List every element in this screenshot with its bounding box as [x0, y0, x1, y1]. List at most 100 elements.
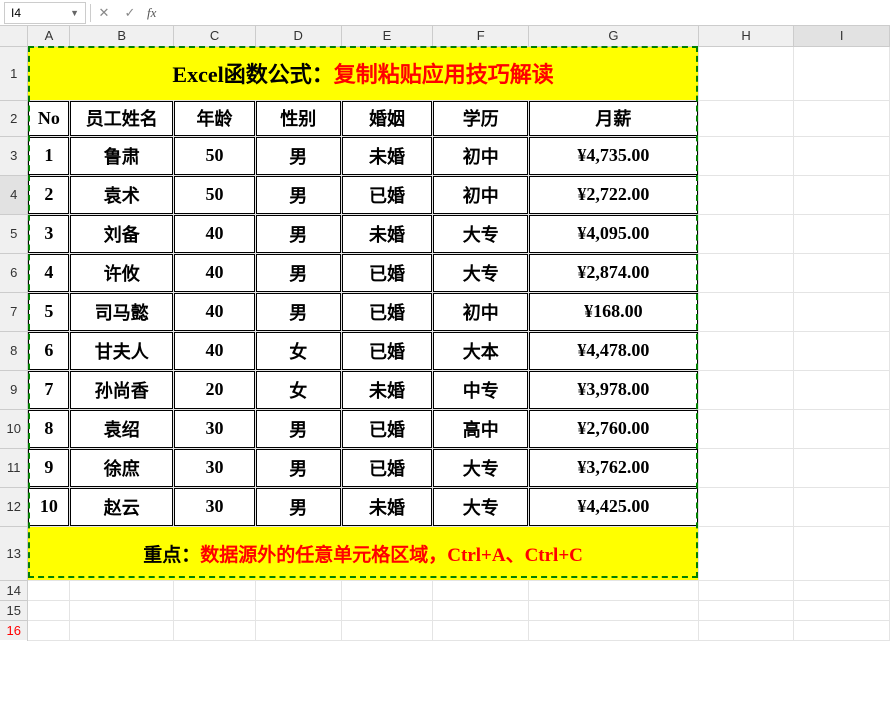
- cell[interactable]: [794, 136, 890, 175]
- cell[interactable]: [794, 620, 890, 640]
- cell[interactable]: [698, 409, 794, 448]
- cell[interactable]: [433, 580, 529, 600]
- header-cell[interactable]: 性别: [255, 100, 341, 136]
- data-cell[interactable]: 男: [255, 292, 341, 331]
- data-cell[interactable]: 40: [174, 292, 256, 331]
- data-cell[interactable]: ¥4,478.00: [529, 331, 699, 370]
- data-cell[interactable]: 初中: [433, 136, 529, 175]
- data-cell[interactable]: 中专: [433, 370, 529, 409]
- col-head-H[interactable]: H: [698, 26, 794, 46]
- data-cell[interactable]: 已婚: [341, 448, 433, 487]
- data-cell[interactable]: 9: [28, 448, 70, 487]
- data-cell[interactable]: ¥2,874.00: [529, 253, 699, 292]
- data-cell[interactable]: 袁绍: [70, 409, 174, 448]
- cell[interactable]: [28, 620, 70, 640]
- data-cell[interactable]: 初中: [433, 292, 529, 331]
- cell[interactable]: [794, 175, 890, 214]
- cell[interactable]: [698, 370, 794, 409]
- data-cell[interactable]: ¥3,978.00: [529, 370, 699, 409]
- data-cell[interactable]: 初中: [433, 175, 529, 214]
- cell[interactable]: [433, 600, 529, 620]
- data-cell[interactable]: 大专: [433, 253, 529, 292]
- data-cell[interactable]: 50: [174, 175, 256, 214]
- cell[interactable]: [698, 100, 794, 136]
- cell[interactable]: [794, 580, 890, 600]
- cell[interactable]: [174, 580, 256, 600]
- data-cell[interactable]: 男: [255, 214, 341, 253]
- row-head-3[interactable]: 3: [0, 136, 28, 175]
- data-cell[interactable]: 30: [174, 487, 256, 526]
- row-head-10[interactable]: 10: [0, 409, 28, 448]
- data-cell[interactable]: 男: [255, 448, 341, 487]
- data-cell[interactable]: 大专: [433, 214, 529, 253]
- cell[interactable]: [794, 409, 890, 448]
- data-cell[interactable]: 未婚: [341, 136, 433, 175]
- cell[interactable]: [174, 600, 256, 620]
- cell[interactable]: [341, 620, 433, 640]
- col-head-D[interactable]: D: [255, 26, 341, 46]
- data-cell[interactable]: 徐庶: [70, 448, 174, 487]
- data-cell[interactable]: 许攸: [70, 253, 174, 292]
- data-cell[interactable]: 男: [255, 175, 341, 214]
- row-head-1[interactable]: 1: [0, 46, 28, 100]
- data-cell[interactable]: 6: [28, 331, 70, 370]
- cell[interactable]: [794, 526, 890, 580]
- row-head-15[interactable]: 15: [0, 600, 28, 620]
- data-cell[interactable]: 袁术: [70, 175, 174, 214]
- cell[interactable]: [794, 214, 890, 253]
- data-cell[interactable]: 8: [28, 409, 70, 448]
- cancel-icon[interactable]: ✕: [91, 2, 117, 24]
- data-cell[interactable]: 女: [255, 370, 341, 409]
- cell[interactable]: [698, 620, 794, 640]
- header-cell[interactable]: No: [28, 100, 70, 136]
- data-cell[interactable]: 5: [28, 292, 70, 331]
- cell[interactable]: [255, 580, 341, 600]
- cell[interactable]: [698, 253, 794, 292]
- data-cell[interactable]: ¥3,762.00: [529, 448, 699, 487]
- cell[interactable]: [794, 370, 890, 409]
- row-head-7[interactable]: 7: [0, 292, 28, 331]
- row-head-11[interactable]: 11: [0, 448, 28, 487]
- formula-input[interactable]: [160, 2, 890, 24]
- data-cell[interactable]: 2: [28, 175, 70, 214]
- data-cell[interactable]: 20: [174, 370, 256, 409]
- cell[interactable]: [341, 600, 433, 620]
- header-cell[interactable]: 婚姻: [341, 100, 433, 136]
- cell[interactable]: [794, 46, 890, 100]
- cell[interactable]: [794, 292, 890, 331]
- data-cell[interactable]: 已婚: [341, 409, 433, 448]
- cell[interactable]: [529, 580, 699, 600]
- cell[interactable]: [28, 580, 70, 600]
- header-cell[interactable]: 年龄: [174, 100, 256, 136]
- data-cell[interactable]: 10: [28, 487, 70, 526]
- data-cell[interactable]: 4: [28, 253, 70, 292]
- row-head-4[interactable]: 4: [0, 175, 28, 214]
- cell[interactable]: [698, 331, 794, 370]
- data-cell[interactable]: 大本: [433, 331, 529, 370]
- data-cell[interactable]: ¥4,735.00: [529, 136, 699, 175]
- row-head-8[interactable]: 8: [0, 331, 28, 370]
- data-cell[interactable]: 30: [174, 409, 256, 448]
- cell[interactable]: [698, 448, 794, 487]
- cell[interactable]: [70, 600, 174, 620]
- data-cell[interactable]: 已婚: [341, 331, 433, 370]
- data-cell[interactable]: 刘备: [70, 214, 174, 253]
- footer-cell[interactable]: 重点：数据源外的任意单元格区域，Ctrl+A、Ctrl+C: [28, 526, 698, 580]
- cell[interactable]: [341, 580, 433, 600]
- data-cell[interactable]: 孙尚香: [70, 370, 174, 409]
- row-head-16[interactable]: 16: [0, 620, 28, 640]
- cell[interactable]: [698, 600, 794, 620]
- cell[interactable]: [794, 331, 890, 370]
- confirm-icon[interactable]: ✓: [117, 2, 143, 24]
- data-cell[interactable]: ¥4,425.00: [529, 487, 699, 526]
- header-cell[interactable]: 员工姓名: [70, 100, 174, 136]
- chevron-down-icon[interactable]: ▼: [70, 8, 79, 18]
- cell[interactable]: [794, 487, 890, 526]
- data-cell[interactable]: 大专: [433, 448, 529, 487]
- data-cell[interactable]: 50: [174, 136, 256, 175]
- cell[interactable]: [698, 292, 794, 331]
- cell[interactable]: [529, 600, 699, 620]
- data-cell[interactable]: 男: [255, 409, 341, 448]
- cell[interactable]: [698, 136, 794, 175]
- cell[interactable]: [794, 600, 890, 620]
